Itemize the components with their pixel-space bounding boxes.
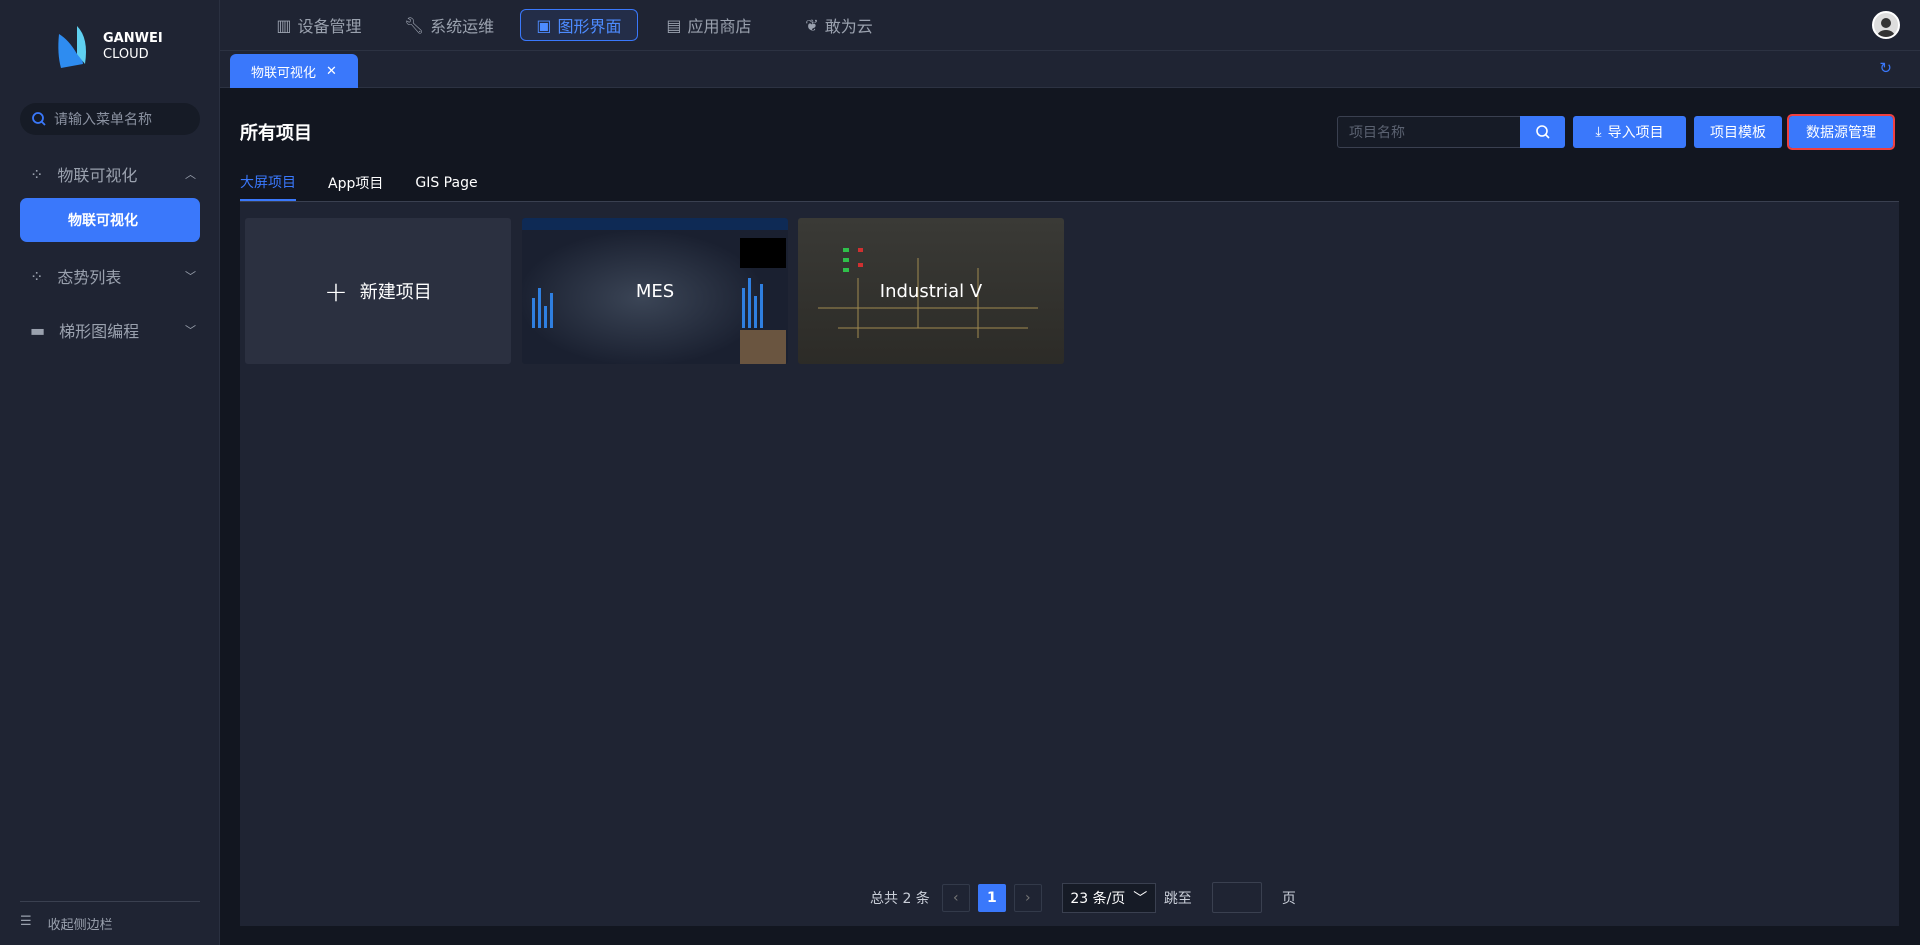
new-project-label: 新建项目	[359, 282, 432, 303]
page-size-select[interactable]: 23 条/页 ﹀	[1061, 882, 1156, 913]
project-template-button[interactable]: 项目模板	[1694, 116, 1782, 148]
device-icon: ▥	[276, 15, 292, 35]
project-name: Industrial V	[879, 280, 983, 302]
tab-big-screen[interactable]: 大屏项目	[240, 165, 296, 201]
sidebar-item-label: 物联可视化	[57, 166, 138, 185]
brand-line2: CLOUD	[103, 47, 149, 62]
divider	[240, 201, 1899, 202]
sidebar-subitem-iot-visualization[interactable]: 物联可视化	[20, 198, 200, 242]
top-nav: ▥ 设备管理 🔧︎ 系统运维 ▣ 图形界面 ▤ 应用商店 ❦ 敢为云	[220, 0, 1920, 51]
ladder-icon: ▬	[30, 320, 46, 340]
search-icon	[1535, 125, 1550, 139]
nav-system-ops[interactable]: 🔧︎ 系统运维	[390, 9, 508, 41]
plus-icon: +	[324, 274, 348, 308]
nav-label: 系统运维	[430, 17, 495, 36]
brand-line1: GANWEI	[103, 31, 163, 46]
nav-app-store[interactable]: ▤ 应用商店	[650, 9, 768, 41]
sidebar-item-label: 梯形图编程	[59, 322, 140, 341]
grid-icon: ⁘	[30, 164, 44, 184]
logo: GANWEI CLOUD	[55, 24, 163, 70]
close-icon[interactable]: ✕	[326, 64, 337, 79]
refresh-icon[interactable]: ↻	[1879, 59, 1892, 77]
project-name: MES	[635, 280, 675, 302]
nav-label: 应用商店	[687, 17, 752, 36]
wrench-icon: 🔧︎	[403, 15, 425, 35]
nav-ganwei-cloud[interactable]: ❦ 敢为云	[780, 9, 898, 41]
datasource-management-button[interactable]: 数据源管理	[1787, 114, 1895, 150]
import-project-button[interactable]: ⤓ 导入项目	[1573, 116, 1686, 148]
search-icon	[32, 112, 46, 126]
butterfly-logo-icon	[58, 26, 86, 68]
page-1-button[interactable]: 1	[977, 883, 1006, 912]
menu-search-input[interactable]: 请输入菜单名称	[20, 103, 200, 135]
collapse-icon: ☰	[20, 914, 32, 929]
search-placeholder: 项目名称	[1349, 125, 1405, 141]
sidebar: GANWEI CLOUD 请输入菜单名称 ⁘ 物联可视化 ︿ 物联可视化 ⁘ 态势列表 ﹀…	[0, 0, 220, 945]
sidebar-item-label: 态势列表	[57, 268, 122, 287]
tab-label: 物联可视化	[251, 65, 317, 81]
grid-icon: ⁘	[30, 266, 44, 286]
sidebar-item-ladder-programming[interactable]: ▬ 梯形图编程 ﹀	[0, 310, 220, 350]
avatar[interactable]	[1872, 11, 1900, 39]
store-icon: ▤	[666, 15, 682, 35]
chevron-down-icon: ﹀	[185, 324, 196, 337]
page-suffix: 页	[1281, 890, 1296, 907]
jump-label: 跳至	[1163, 890, 1192, 907]
chevron-up-icon: ︿	[185, 168, 196, 181]
cloud-icon: ❦	[805, 15, 819, 35]
page-title: 所有项目	[240, 123, 312, 144]
total-count: 总共 2 条	[870, 890, 930, 907]
tab-app[interactable]: App项目	[328, 165, 383, 201]
nav-label: 设备管理	[297, 17, 362, 36]
project-card-industrial[interactable]: Industrial V	[798, 218, 1064, 364]
tab-gis-page[interactable]: GIS Page	[415, 165, 477, 201]
button-label: 导入项目	[1607, 125, 1664, 141]
menu-search-placeholder: 请输入菜单名称	[54, 112, 152, 128]
sidebar-item-situation-list[interactable]: ⁘ 态势列表 ﹀	[0, 256, 220, 296]
nav-label: 图形界面	[557, 17, 622, 36]
search-button[interactable]	[1520, 116, 1565, 148]
sidebar-item-iot-visualization[interactable]: ⁘ 物联可视化 ︿	[0, 154, 220, 194]
tab-iot-visualization[interactable]: 物联可视化 ✕	[230, 54, 358, 88]
prev-page-button[interactable]: ‹	[941, 883, 970, 912]
collapse-sidebar-button[interactable]: ☰ 收起侧边栏	[20, 901, 200, 933]
next-page-button[interactable]: ›	[1013, 883, 1042, 912]
chevron-down-icon: ﹀	[185, 270, 196, 283]
chevron-down-icon: ﹀	[1133, 890, 1148, 907]
download-icon: ⤓	[1595, 124, 1602, 140]
new-project-card[interactable]: + 新建项目	[245, 218, 511, 364]
jump-page-input[interactable]	[1211, 882, 1262, 913]
pagination: 总共 2 条 ‹ 1 › 23 条/页 ﹀ 跳至 页	[870, 882, 1296, 913]
project-card-mes[interactable]: MES	[522, 218, 788, 364]
monitor-icon: ▣	[536, 15, 552, 35]
project-tabs: 大屏项目 App项目 GIS Page	[240, 165, 478, 201]
collapse-label: 收起侧边栏	[47, 918, 113, 933]
nav-device-management[interactable]: ▥ 设备管理	[260, 9, 378, 41]
nav-graphic-ui[interactable]: ▣ 图形界面	[520, 9, 638, 41]
page-size-value: 23 条/页	[1070, 890, 1126, 907]
tab-bar: 物联可视化 ✕ ↻	[220, 51, 1920, 88]
nav-label: 敢为云	[824, 17, 873, 36]
